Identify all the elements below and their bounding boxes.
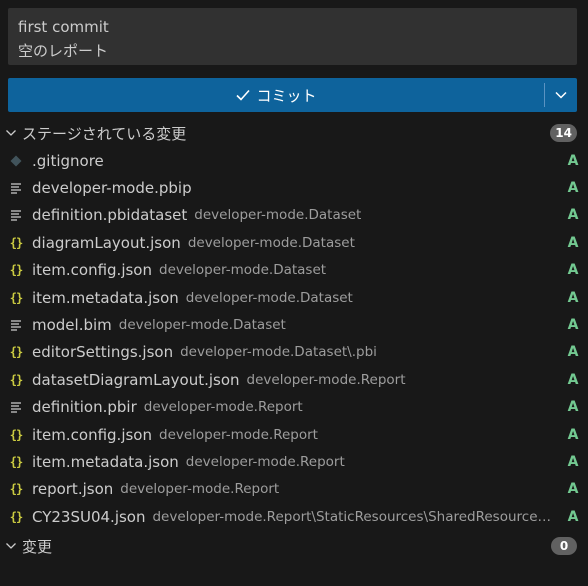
file-status-added: A xyxy=(567,152,579,169)
file-directory: developer-mode.Dataset xyxy=(159,262,327,279)
file-row[interactable]: {} editorSettings.json developer-mode.Data… xyxy=(0,339,588,366)
json-file-icon: {} xyxy=(9,290,23,305)
commit-button-group: コミット xyxy=(8,78,577,112)
file-status-added: A xyxy=(567,371,579,388)
file-name: developer-mode.pbip xyxy=(32,179,192,198)
file-row[interactable]: {} diagramLayout.json developer-mode.Datas… xyxy=(0,229,588,256)
file-status-added: A xyxy=(567,234,579,251)
file-name: datasetDiagramLayout.json xyxy=(32,370,240,389)
file-name: diagramLayout.json xyxy=(32,233,181,252)
file-directory: developer-mode.Dataset xyxy=(118,317,286,334)
json-file-icon: {} xyxy=(9,509,23,524)
json-file-icon: {} xyxy=(9,454,23,469)
commit-message-line-1: first commit xyxy=(18,18,109,36)
json-file-icon: {} xyxy=(9,482,23,497)
file-status-added: A xyxy=(567,344,579,361)
file-directory: developer-mode.Report xyxy=(159,426,318,443)
file-directory: developer-mode.Report xyxy=(246,371,406,388)
changes-count-badge: 0 xyxy=(551,537,577,555)
file-row[interactable]: {} item.config.json developer-mode.Report A xyxy=(0,421,588,448)
json-file-icon: {} xyxy=(9,235,23,250)
file-status-added: A xyxy=(567,481,579,498)
file-name: item.metadata.json xyxy=(32,452,179,471)
file-status-added: A xyxy=(567,453,579,470)
git-file-icon xyxy=(9,155,23,167)
file-name: model.bim xyxy=(32,316,112,335)
json-file-icon: {} xyxy=(9,345,23,360)
changes-title: 変更 xyxy=(22,537,53,556)
file-row[interactable]: model.bim developer-mode.Dataset A xyxy=(0,311,588,338)
file-row[interactable]: {} item.config.json developer-mode.Dataset… xyxy=(0,257,588,284)
file-name: item.config.json xyxy=(32,261,152,280)
json-file-icon: {} xyxy=(9,263,23,278)
changes-header[interactable]: 変更 0 xyxy=(0,533,588,559)
commit-button[interactable]: コミット xyxy=(8,78,544,112)
file-row[interactable]: .gitignore A xyxy=(0,147,588,174)
file-directory: developer-mode.Report xyxy=(120,481,280,498)
json-file-icon: {} xyxy=(9,427,23,442)
file-status-added: A xyxy=(567,317,579,334)
file-row[interactable]: {} item.metadata.json developer-mode.Datas… xyxy=(0,284,588,311)
file-row[interactable]: {} item.metadata.json developer-mode.Repor… xyxy=(0,448,588,475)
chevron-down-icon xyxy=(555,91,567,99)
file-directory: developer-mode.Dataset\.pbi xyxy=(180,344,377,361)
source-control-panel: first commit 空のレポート コミット ステージされている変更 14 … xyxy=(0,0,588,586)
commit-message-input[interactable]: first commit 空のレポート xyxy=(8,8,577,65)
file-directory: developer-mode.Dataset xyxy=(194,207,362,224)
file-directory: developer-mode.Dataset xyxy=(187,234,355,251)
file-name: report.json xyxy=(32,480,114,499)
file-status-added: A xyxy=(567,399,579,416)
text-file-icon xyxy=(9,319,23,331)
file-row[interactable]: definition.pbidataset developer-mode.Data… xyxy=(0,202,588,229)
file-row[interactable]: {} report.json developer-mode.Report A xyxy=(0,476,588,503)
chevron-down-icon xyxy=(0,540,22,552)
file-name: .gitignore xyxy=(32,151,104,170)
file-name: definition.pbir xyxy=(32,398,137,417)
chevron-down-icon xyxy=(0,127,22,139)
commit-message-line-2: 空のレポート xyxy=(18,42,109,60)
file-name: CY23SU04.json xyxy=(32,507,146,526)
file-status-added: A xyxy=(567,207,579,224)
file-name: item.config.json xyxy=(32,425,152,444)
file-status-added: A xyxy=(567,262,579,279)
file-name: item.metadata.json xyxy=(32,288,179,307)
commit-dropdown-button[interactable] xyxy=(545,78,577,112)
text-file-icon xyxy=(9,209,23,222)
staged-count-badge: 14 xyxy=(550,124,577,142)
staged-changes-header[interactable]: ステージされている変更 14 xyxy=(0,120,588,146)
file-status-added: A xyxy=(567,508,579,525)
commit-button-label: コミット xyxy=(256,86,317,105)
text-file-icon xyxy=(9,182,23,194)
file-status-added: A xyxy=(567,289,579,306)
file-row[interactable]: developer-mode.pbip A xyxy=(0,174,588,201)
staged-file-list: .gitignore Adeveloper-mode.pbip Adefinitio… xyxy=(0,147,588,530)
check-icon xyxy=(236,89,251,101)
file-status-added: A xyxy=(567,180,579,197)
file-directory: developer-mode.Report xyxy=(143,399,303,416)
file-row[interactable]: definition.pbir developer-mode.Report A xyxy=(0,394,588,421)
file-directory: developer-mode.Report\StaticResources\Sh… xyxy=(152,508,558,525)
file-row[interactable]: {} datasetDiagramLayout.json developer-mod… xyxy=(0,366,588,393)
staged-changes-title: ステージされている変更 xyxy=(22,124,187,143)
file-directory: developer-mode.Report xyxy=(185,453,345,470)
file-name: definition.pbidataset xyxy=(32,206,188,225)
file-directory: developer-mode.Dataset xyxy=(185,289,353,306)
file-status-added: A xyxy=(567,426,579,443)
text-file-icon xyxy=(9,401,23,413)
file-row[interactable]: {} CY23SU04.json developer-mode.Report\Sta… xyxy=(0,503,588,530)
file-name: editorSettings.json xyxy=(32,343,174,362)
json-file-icon: {} xyxy=(9,372,23,387)
